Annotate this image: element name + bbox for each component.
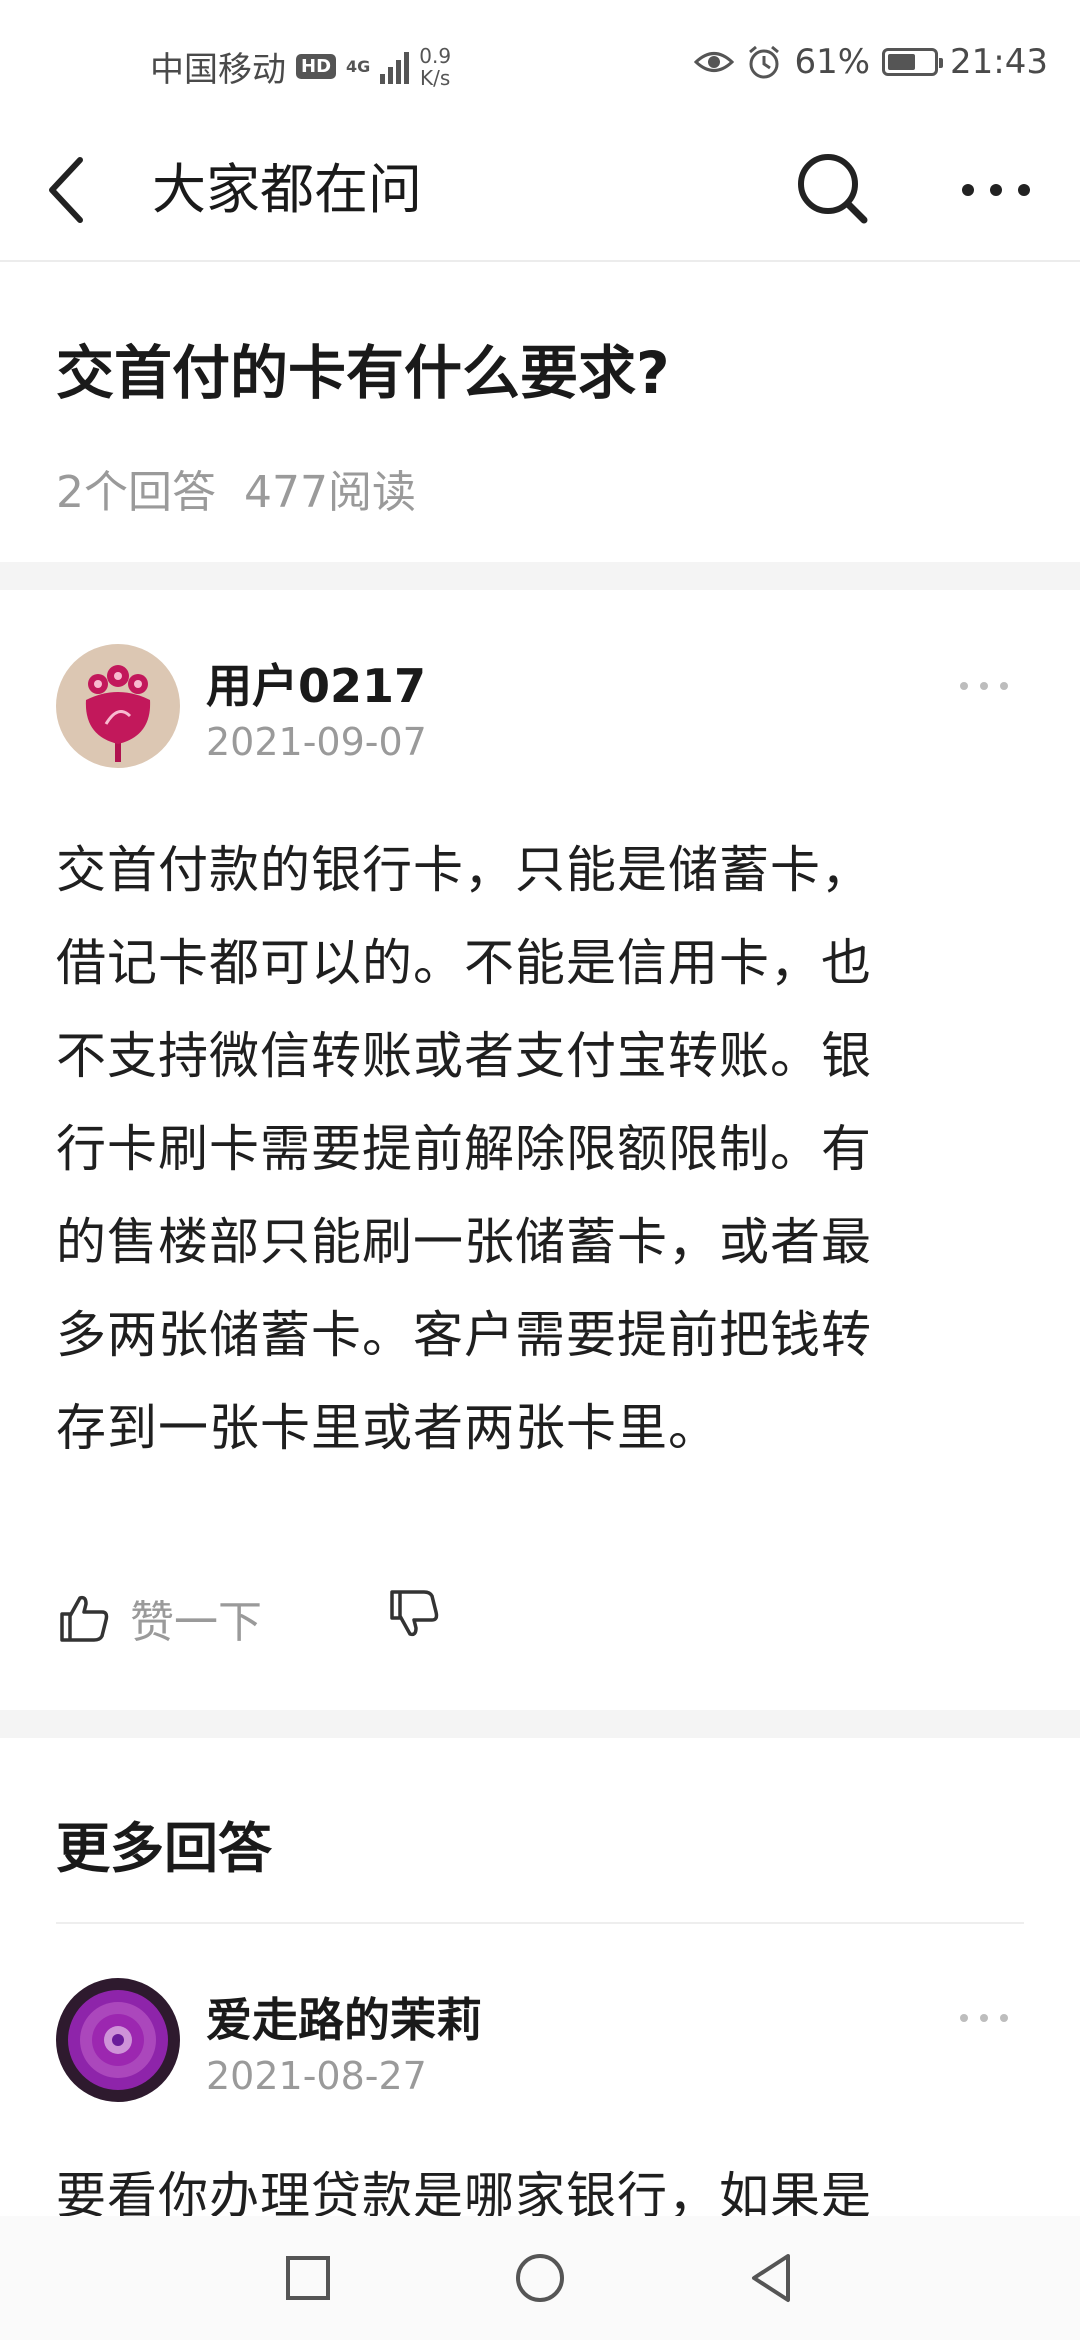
answer-line: 交首付款的银行卡，只能是储蓄卡， bbox=[56, 841, 872, 899]
alarm-icon bbox=[749, 45, 780, 79]
question-meta: 2个回答 477阅读 bbox=[56, 456, 416, 520]
avatar-dahlia-image bbox=[56, 1978, 180, 2102]
answer-line: 存到一张卡里或者两张卡里。 bbox=[56, 1399, 719, 1457]
back-nav-icon[interactable] bbox=[742, 2248, 802, 2308]
clock: 21:43 bbox=[950, 42, 1048, 82]
read-count: 477阅读 bbox=[244, 467, 416, 518]
answer-line: 借记卡都可以的。不能是信用卡，也 bbox=[56, 934, 872, 992]
section-divider bbox=[0, 562, 1080, 590]
speed-unit: K/s bbox=[420, 65, 451, 90]
thumbs-down-icon bbox=[390, 1590, 439, 1637]
author-name[interactable]: 用户0217 bbox=[206, 650, 426, 716]
answer-body: 交首付款的银行卡，只能是储蓄卡， 借记卡都可以的。不能是信用卡，也 不支持微信转… bbox=[56, 824, 1016, 1475]
question-title: 交首付的卡有什么要求? bbox=[56, 339, 670, 407]
avatar[interactable] bbox=[56, 644, 180, 768]
speed-value: 0.9 bbox=[419, 43, 452, 68]
avatar-flower-image bbox=[56, 644, 180, 768]
battery-icon bbox=[882, 48, 944, 76]
answer-more-icon[interactable] bbox=[958, 676, 1010, 696]
hd-badge: HD bbox=[296, 54, 337, 79]
answer-line: 行卡刷卡需要提前解除限额限制。有 bbox=[56, 1120, 872, 1178]
carrier-label: 中国移动 bbox=[150, 50, 286, 90]
search-icon[interactable] bbox=[788, 144, 878, 234]
network-speed: 0.9 K/s bbox=[419, 45, 451, 89]
more-options-icon[interactable] bbox=[956, 160, 1036, 220]
home-icon[interactable] bbox=[510, 2248, 570, 2308]
answer-more-icon[interactable] bbox=[958, 2008, 1010, 2028]
more-answers-heading: 更多回答 bbox=[56, 1817, 272, 1880]
answer-date: 2021-08-27 bbox=[206, 2054, 427, 2098]
page-title: 大家都在问 bbox=[152, 158, 422, 221]
eye-icon bbox=[694, 52, 735, 72]
avatar[interactable] bbox=[56, 1978, 180, 2102]
answer-line: 的售楼部只能刷一张储蓄卡，或者最 bbox=[56, 1213, 872, 1271]
system-nav-bar bbox=[0, 2216, 1080, 2340]
status-bar: 中国移动 HD 4G 0.9 K/s 61% 21:43 bbox=[0, 0, 1080, 120]
like-button[interactable]: 赞一下 bbox=[56, 1586, 262, 1650]
status-left: 中国移动 HD 4G 0.9 K/s bbox=[150, 42, 451, 91]
answer-line: 多两张储蓄卡。客户需要提前把钱转 bbox=[56, 1306, 872, 1364]
recent-apps-icon[interactable] bbox=[278, 2248, 338, 2308]
battery-percent: 61% bbox=[794, 42, 871, 82]
dislike-button[interactable] bbox=[386, 1586, 442, 1646]
signal-icon bbox=[380, 50, 410, 84]
author-name[interactable]: 爱走路的茉莉 bbox=[206, 1984, 482, 2050]
section-divider bbox=[0, 1710, 1080, 1738]
thumbs-up-icon bbox=[60, 1595, 109, 1642]
network-type: 4G bbox=[346, 56, 371, 76]
like-label: 赞一下 bbox=[130, 1597, 262, 1648]
divider bbox=[56, 1922, 1024, 1924]
answer-line: 不支持微信转账或者支付宝转账。银 bbox=[56, 1027, 872, 1085]
answer-date: 2021-09-07 bbox=[206, 720, 427, 764]
back-arrow-icon[interactable] bbox=[40, 150, 100, 230]
status-right: 61% 21:43 bbox=[694, 42, 1048, 82]
title-bar: 大家都在问 bbox=[0, 130, 1080, 262]
answer-count: 2个回答 bbox=[56, 467, 216, 518]
battery-level bbox=[888, 54, 916, 70]
